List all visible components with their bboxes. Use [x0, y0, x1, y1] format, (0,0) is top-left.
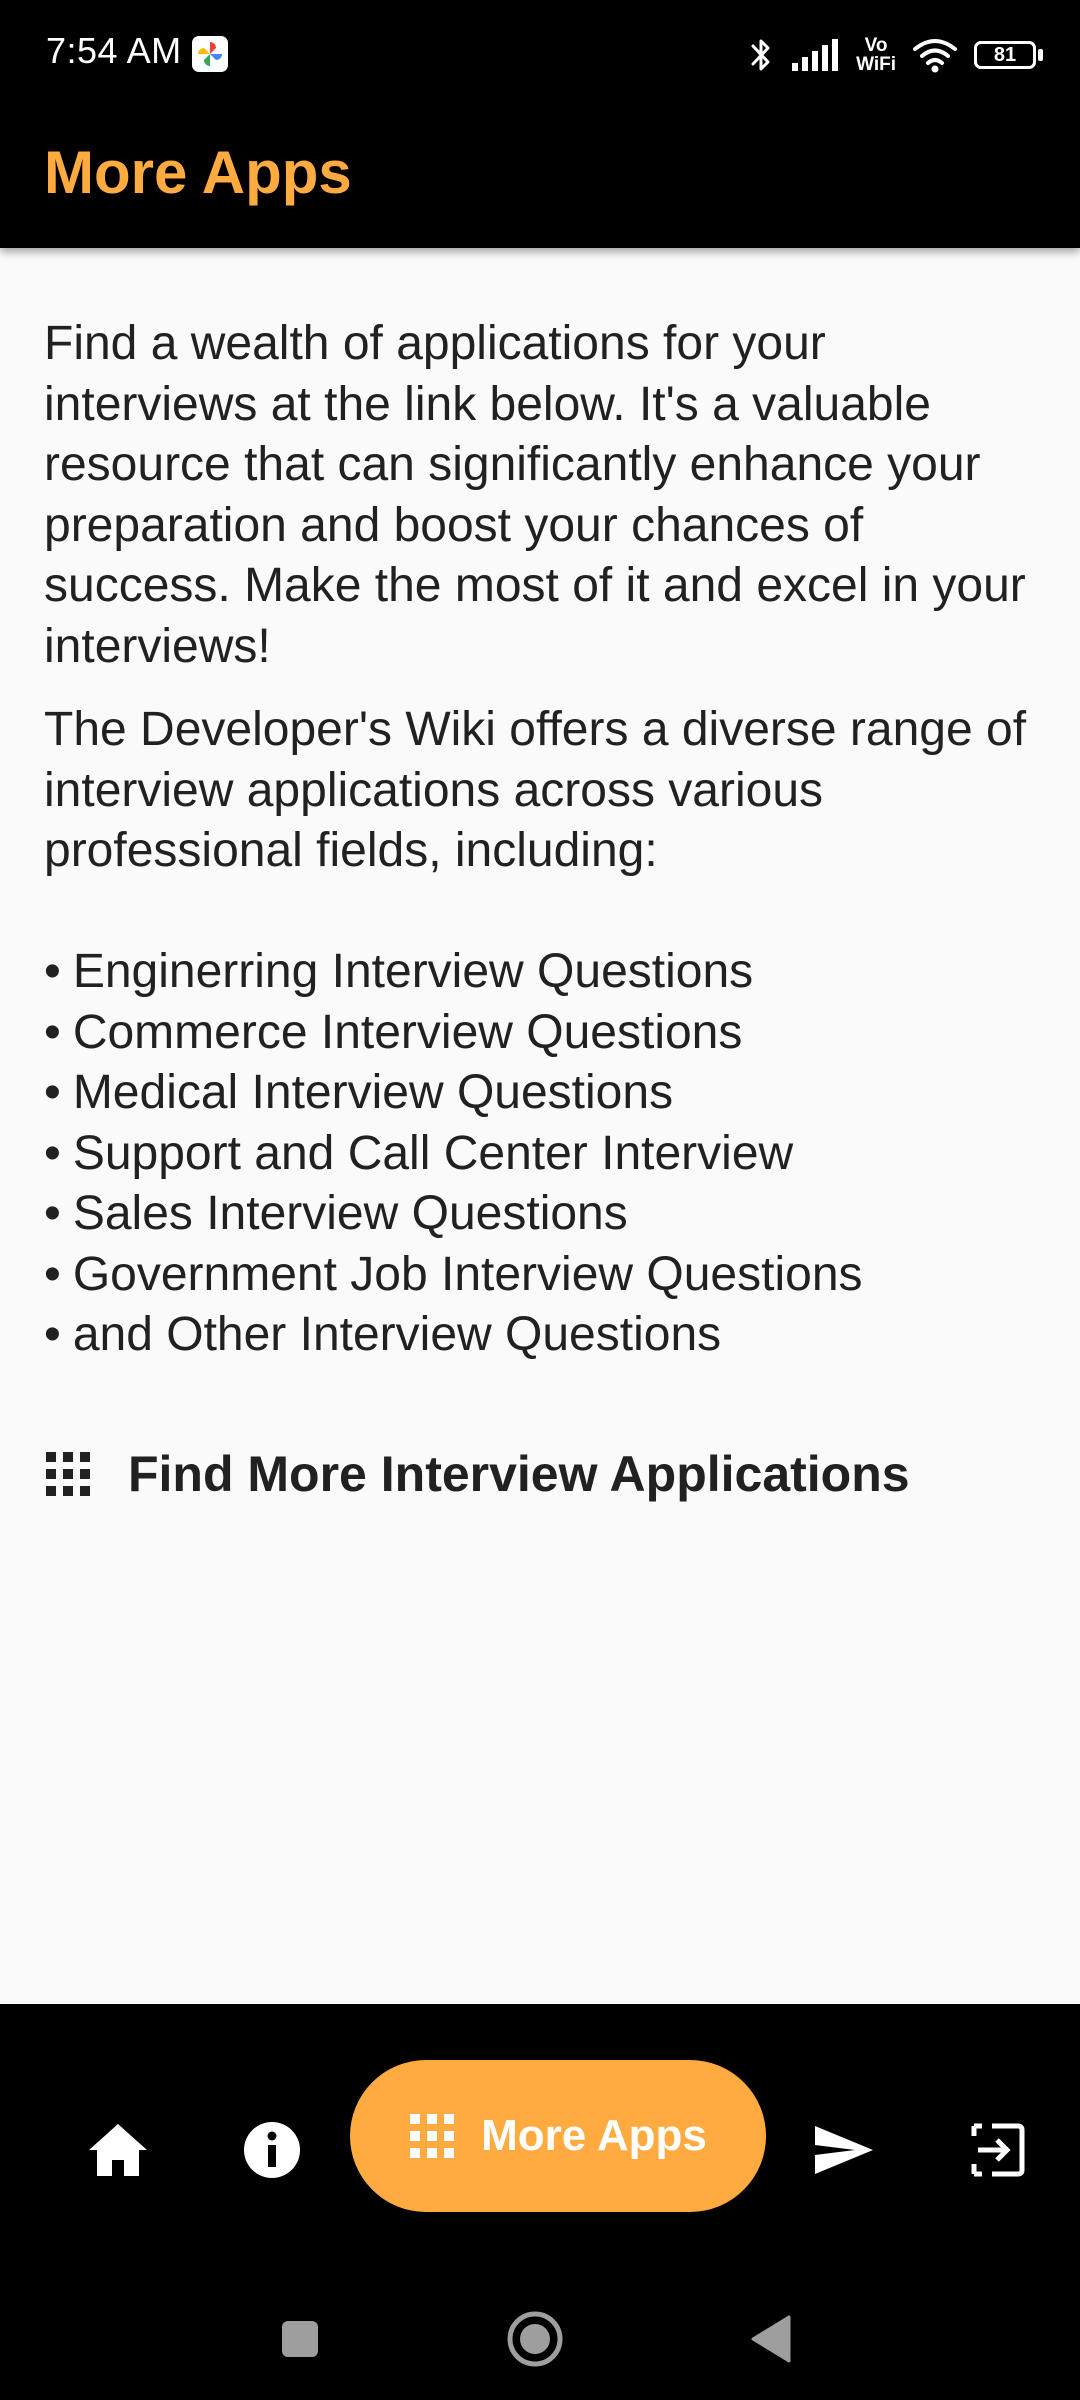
system-back-button[interactable]: [736, 2304, 806, 2374]
nav-home-button[interactable]: [78, 2110, 158, 2190]
home-circle-icon: [507, 2311, 563, 2367]
nav-send-button[interactable]: [804, 2110, 884, 2190]
wifi-icon: [913, 39, 957, 73]
nav-exit-button[interactable]: [958, 2110, 1038, 2190]
nav-more-apps-label: More Apps: [481, 2111, 707, 2160]
nav-more-apps-button[interactable]: More Apps: [350, 2060, 766, 2212]
exit-icon: [971, 2123, 1025, 2177]
app-bar: More Apps: [0, 108, 1080, 248]
status-time: 7:54 AM: [46, 30, 182, 71]
list-item: Enginerring Interview Questions: [44, 942, 1044, 1003]
list-item: Government Job Interview Questions: [44, 1245, 1044, 1306]
content: Find a wealth of applications for your i…: [0, 248, 1080, 2004]
recents-icon: [282, 2321, 318, 2357]
send-icon: [815, 2126, 873, 2174]
bluetooth-icon: [751, 39, 770, 71]
list-item: Support and Call Center Interview: [44, 1124, 1044, 1185]
vowifi-label-bottom: WiFi: [856, 54, 896, 75]
apps-grid-icon: [46, 1452, 90, 1496]
battery-label: 81: [993, 44, 1017, 66]
battery-icon: 81: [974, 39, 1044, 71]
intro-paragraph: Find a wealth of applications for your i…: [44, 317, 1026, 673]
list-item: Commerce Interview Questions: [44, 1003, 1044, 1064]
system-home-button[interactable]: [500, 2304, 570, 2374]
bottom-nav: More Apps: [0, 2004, 1080, 2274]
nav-info-button[interactable]: [232, 2110, 312, 2190]
signal-icon: [792, 39, 839, 71]
vowifi-label-top: Vo: [864, 35, 888, 56]
back-icon: [751, 2315, 791, 2363]
wiki-paragraph: The Developer's Wiki offers a diverse ra…: [44, 703, 1027, 877]
photos-icon: [192, 36, 228, 72]
list-item: and Other Interview Questions: [44, 1305, 1044, 1366]
vowifi-icon: Vo WiFi: [856, 36, 896, 74]
list-item: Sales Interview Questions: [44, 1184, 1044, 1245]
find-more-applications-button[interactable]: Find More Interview Applications: [44, 1434, 910, 1514]
list-item: Medical Interview Questions: [44, 1063, 1044, 1124]
fields-list: Enginerring Interview Questions Commerce…: [44, 942, 1044, 1366]
page-title: More Apps: [44, 139, 352, 206]
home-icon: [89, 2124, 147, 2176]
system-nav: [0, 2274, 1080, 2400]
info-icon: [244, 2122, 300, 2178]
system-recents-button[interactable]: [265, 2304, 335, 2374]
apps-grid-icon: [410, 2114, 455, 2158]
status-icons: Vo WiFi 81: [748, 30, 1044, 80]
find-more-label: Find More Interview Applications: [128, 1446, 910, 1502]
status-bar: 7:54 AM Vo WiFi 81: [0, 0, 1080, 108]
screen: 7:54 AM Vo WiFi 81 More Apps Find a weal…: [0, 0, 1080, 2400]
